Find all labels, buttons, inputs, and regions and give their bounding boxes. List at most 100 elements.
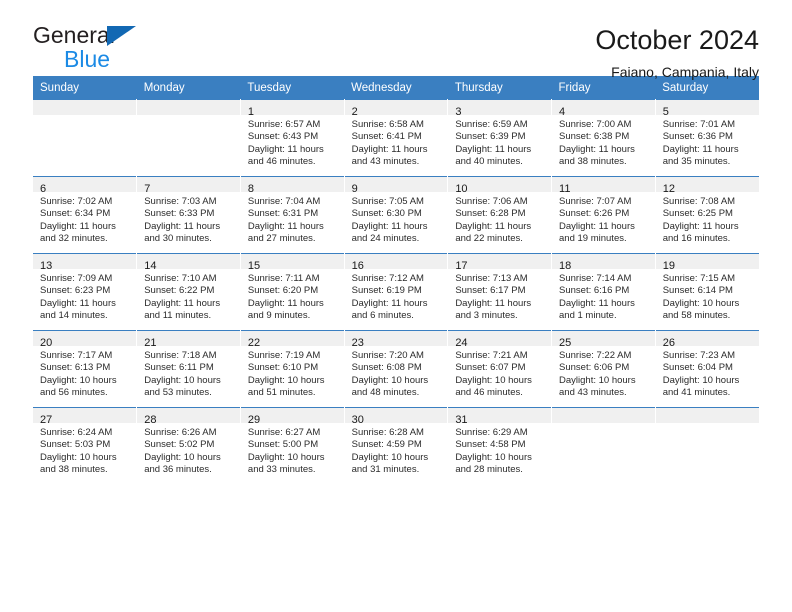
daylight-text-line2: and 32 minutes. (40, 233, 108, 245)
day-number: 28 (144, 414, 157, 426)
sunrise-text: Sunrise: 6:59 AM (455, 119, 528, 130)
day-cell[interactable]: 6 Sunrise: 7:02 AM Sunset: 6:34 PM Dayli… (33, 176, 138, 254)
daylight-text-line1: Daylight: 11 hours (559, 297, 635, 309)
calendar-body: 1 Sunrise: 6:57 AM Sunset: 6:43 PM Dayli… (33, 99, 759, 484)
daylight-text-line1: Daylight: 11 hours (144, 220, 221, 232)
sunset-text: Sunset: 6:20 PM (247, 285, 319, 297)
daylight-text-line2: and 36 minutes. (144, 464, 212, 476)
daylight-text-line2: and 38 minutes. (40, 464, 108, 476)
day-cell-body: Sunrise: 7:09 AM Sunset: 6:23 PM Dayligh… (33, 269, 136, 323)
sunrise-text: Sunrise: 7:13 AM (455, 273, 528, 284)
day-cell[interactable]: 31 Sunrise: 6:29 AM Sunset: 4:58 PM Dayl… (447, 407, 553, 484)
day-cell[interactable]: 9 Sunrise: 7:05 AM Sunset: 6:30 PM Dayli… (344, 176, 449, 254)
sunrise-text: Sunrise: 7:14 AM (559, 273, 632, 284)
sunrise-text: Sunrise: 7:03 AM (144, 196, 217, 207)
day-number-band: 28 (137, 408, 240, 426)
day-cell[interactable]: 13 Sunrise: 7:09 AM Sunset: 6:23 PM Dayl… (33, 253, 138, 331)
day-cell[interactable]: 20 Sunrise: 7:17 AM Sunset: 6:13 PM Dayl… (33, 330, 138, 408)
day-cell[interactable]: 14 Sunrise: 7:10 AM Sunset: 6:22 PM Dayl… (136, 253, 241, 331)
day-cell-body: Sunrise: 7:11 AM Sunset: 6:20 PM Dayligh… (241, 269, 344, 323)
day-cell[interactable]: 5 Sunrise: 7:01 AM Sunset: 6:36 PM Dayli… (655, 99, 759, 177)
day-cell[interactable]: 3 Sunrise: 6:59 AM Sunset: 6:39 PM Dayli… (447, 99, 553, 177)
sunset-text: Sunset: 6:28 PM (455, 208, 526, 220)
day-number-band: 1 (240, 100, 344, 118)
daylight-text-line1: Daylight: 11 hours (40, 297, 116, 309)
day-cell[interactable]: 8 Sunrise: 7:04 AM Sunset: 6:31 PM Dayli… (240, 176, 345, 254)
sunrise-text: Sunrise: 7:21 AM (455, 350, 528, 361)
day-number-band: 21 (137, 331, 240, 349)
daylight-text-line2: and 11 minutes. (144, 310, 212, 322)
sunset-text: Sunset: 6:39 PM (455, 131, 526, 143)
day-cell[interactable]: 25 Sunrise: 7:22 AM Sunset: 6:06 PM Dayl… (551, 330, 656, 408)
day-number: 4 (559, 106, 566, 118)
day-number: 7 (144, 183, 151, 195)
day-number: 5 (662, 106, 669, 118)
day-cell[interactable]: 19 Sunrise: 7:15 AM Sunset: 6:14 PM Dayl… (655, 253, 759, 331)
day-cell-body: Sunrise: 7:04 AM Sunset: 6:31 PM Dayligh… (241, 192, 344, 246)
calendar-week-row: 27 Sunrise: 6:24 AM Sunset: 5:03 PM Dayl… (33, 407, 759, 484)
day-number-band: 29 (240, 408, 344, 426)
day-cell-body: Sunrise: 7:13 AM Sunset: 6:17 PM Dayligh… (448, 269, 551, 323)
day-number-band: 16 (344, 254, 448, 272)
day-cell[interactable]: 12 Sunrise: 7:08 AM Sunset: 6:25 PM Dayl… (655, 176, 759, 254)
daylight-text-line2: and 30 minutes. (144, 233, 212, 245)
day-cell[interactable]: 21 Sunrise: 7:18 AM Sunset: 6:11 PM Dayl… (136, 330, 241, 408)
day-cell[interactable]: 26 Sunrise: 7:23 AM Sunset: 6:04 PM Dayl… (655, 330, 759, 408)
daylight-text-line2: and 3 minutes. (455, 310, 518, 322)
day-number: 29 (247, 414, 261, 426)
daylight-text-line1: Daylight: 10 hours (559, 374, 636, 386)
sunset-text: Sunset: 6:36 PM (662, 131, 733, 143)
day-cell-body: Sunrise: 7:03 AM Sunset: 6:33 PM Dayligh… (137, 192, 240, 246)
sunrise-text: Sunrise: 6:57 AM (247, 119, 321, 130)
weekday-header-thursday: Thursday (447, 76, 552, 100)
day-cell[interactable]: 18 Sunrise: 7:14 AM Sunset: 6:16 PM Dayl… (551, 253, 656, 331)
day-number: 22 (247, 337, 261, 349)
daylight-text-line2: and 22 minutes. (455, 233, 523, 245)
day-cell[interactable]: 24 Sunrise: 7:21 AM Sunset: 6:07 PM Dayl… (447, 330, 553, 408)
sunset-text: Sunset: 6:19 PM (351, 285, 422, 297)
daylight-text-line1: Daylight: 11 hours (351, 220, 428, 232)
day-cell[interactable]: 23 Sunrise: 7:20 AM Sunset: 6:08 PM Dayl… (344, 330, 449, 408)
day-cell[interactable]: 15 Sunrise: 7:11 AM Sunset: 6:20 PM Dayl… (240, 253, 345, 331)
day-cell[interactable]: 1 Sunrise: 6:57 AM Sunset: 6:43 PM Dayli… (240, 99, 345, 177)
day-cell[interactable]: 27 Sunrise: 6:24 AM Sunset: 5:03 PM Dayl… (33, 407, 138, 484)
day-cell[interactable]: 11 Sunrise: 7:07 AM Sunset: 6:26 PM Dayl… (551, 176, 656, 254)
daylight-text-line2: and 43 minutes. (559, 387, 627, 399)
daylight-text-line2: and 35 minutes. (662, 156, 731, 168)
day-number: 17 (455, 260, 468, 272)
daylight-text-line1: Daylight: 11 hours (455, 220, 532, 232)
sunrise-text: Sunrise: 7:04 AM (247, 196, 321, 207)
day-number-band: 22 (240, 331, 344, 349)
day-cell-body: Sunrise: 7:10 AM Sunset: 6:22 PM Dayligh… (137, 269, 240, 323)
day-cell[interactable]: 22 Sunrise: 7:19 AM Sunset: 6:10 PM Dayl… (240, 330, 345, 408)
daylight-text-line1: Daylight: 11 hours (351, 297, 428, 309)
daylight-text-line2: and 28 minutes. (455, 464, 523, 476)
generalblue-logo[interactable]: General Blue (33, 22, 273, 76)
day-cell[interactable]: 30 Sunrise: 6:28 AM Sunset: 4:59 PM Dayl… (344, 407, 449, 484)
daylight-text-line2: and 38 minutes. (559, 156, 627, 168)
day-cell[interactable]: 17 Sunrise: 7:13 AM Sunset: 6:17 PM Dayl… (447, 253, 553, 331)
day-number-band: 18 (552, 254, 655, 272)
sunset-text: Sunset: 6:17 PM (455, 285, 526, 297)
daylight-text-line2: and 40 minutes. (455, 156, 523, 168)
day-cell[interactable]: 16 Sunrise: 7:12 AM Sunset: 6:19 PM Dayl… (344, 253, 449, 331)
day-cell[interactable]: 28 Sunrise: 6:26 AM Sunset: 5:02 PM Dayl… (136, 407, 241, 484)
page-header: General Blue October 2024 Faiano, Campan… (33, 0, 759, 80)
day-cell[interactable]: 4 Sunrise: 7:00 AM Sunset: 6:38 PM Dayli… (551, 99, 656, 177)
day-cell[interactable]: 10 Sunrise: 7:06 AM Sunset: 6:28 PM Dayl… (447, 176, 553, 254)
day-cell[interactable]: 2 Sunrise: 6:58 AM Sunset: 6:41 PM Dayli… (344, 99, 449, 177)
day-number-band: 31 (448, 408, 552, 426)
day-cell[interactable]: 29 Sunrise: 6:27 AM Sunset: 5:00 PM Dayl… (240, 407, 345, 484)
calendar-week-row: 1 Sunrise: 6:57 AM Sunset: 6:43 PM Dayli… (33, 99, 759, 177)
day-number: 15 (247, 260, 261, 272)
day-number: 25 (559, 337, 572, 349)
sunset-text: Sunset: 6:30 PM (351, 208, 422, 220)
sunrise-text: Sunrise: 7:18 AM (144, 350, 217, 361)
sunset-text: Sunset: 6:33 PM (144, 208, 215, 220)
day-number: 8 (247, 183, 255, 195)
sunset-text: Sunset: 6:11 PM (144, 362, 214, 374)
day-cell[interactable]: 7 Sunrise: 7:03 AM Sunset: 6:33 PM Dayli… (136, 176, 241, 254)
day-cell-body: Sunrise: 7:17 AM Sunset: 6:13 PM Dayligh… (33, 346, 136, 400)
sunrise-sunset-calendar: Sunday Monday Tuesday Wednesday Thursday… (33, 76, 759, 484)
day-cell-body: Sunrise: 6:59 AM Sunset: 6:39 PM Dayligh… (448, 115, 551, 169)
